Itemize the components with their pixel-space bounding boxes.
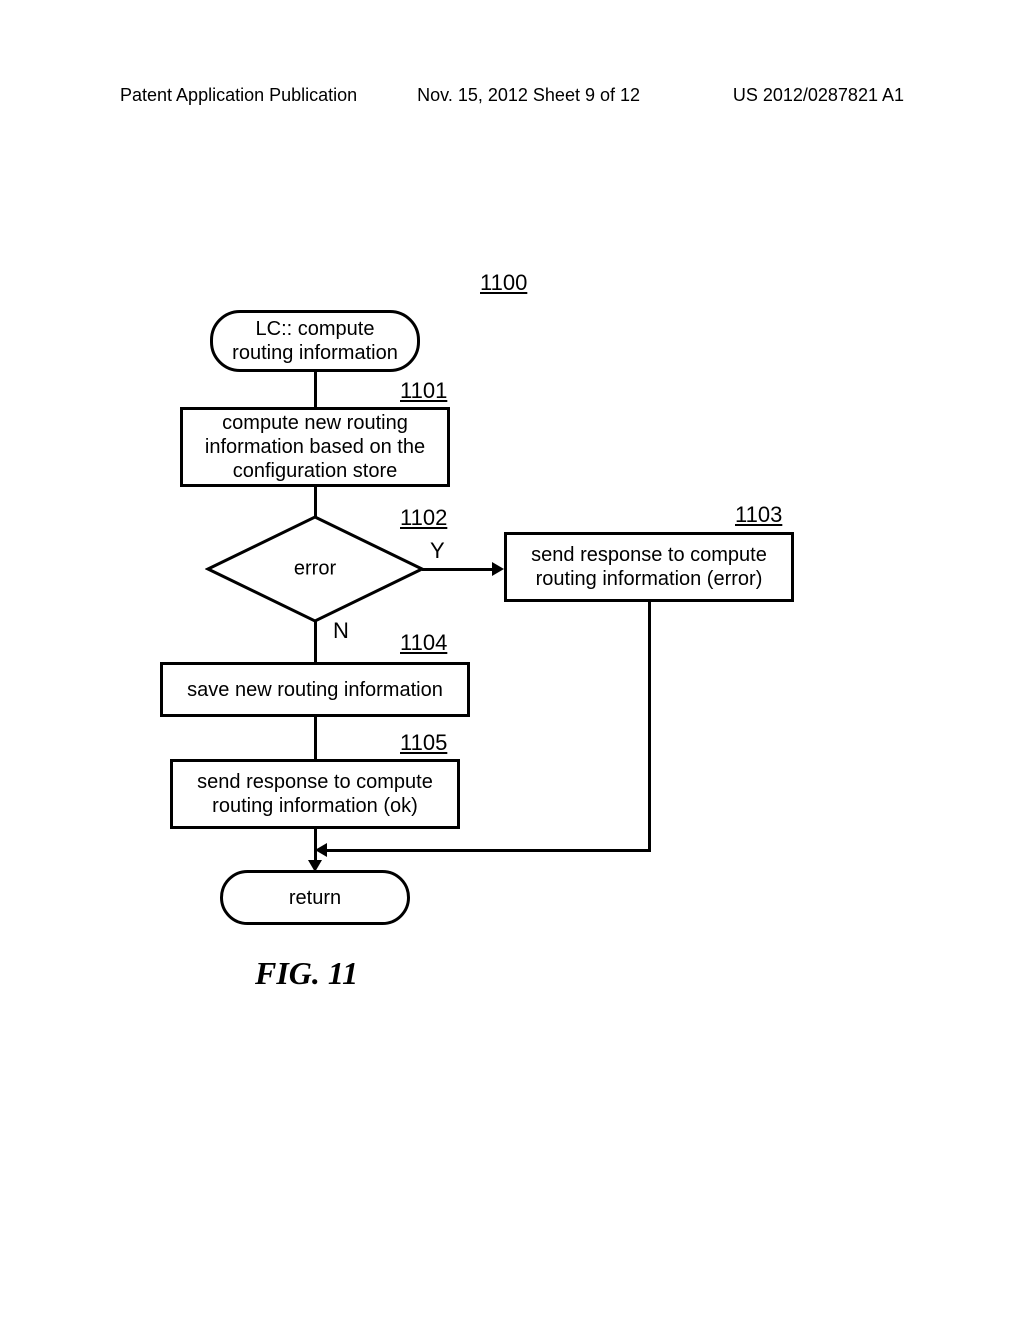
return-text: return: [289, 886, 341, 910]
process-1104-text: save new routing information: [187, 678, 443, 702]
arrow-icon: [492, 562, 504, 576]
ref-1105: 1105: [400, 730, 447, 756]
connector: [314, 620, 317, 662]
process-1103: send response to compute routing informa…: [504, 532, 794, 602]
header-publication: Patent Application Publication: [120, 85, 357, 106]
connector: [314, 372, 317, 407]
header-patent-number: US 2012/0287821 A1: [733, 85, 904, 106]
ref-1104: 1104: [400, 630, 447, 656]
process-1101-text: compute new routing information based on…: [205, 411, 425, 483]
figure-caption: FIG. 11: [255, 955, 358, 992]
page-header: Patent Application Publication Nov. 15, …: [0, 85, 1024, 106]
start-terminator: LC:: compute routing information: [210, 310, 420, 372]
connector: [325, 849, 651, 852]
branch-no: N: [333, 618, 349, 644]
decision-1102: error: [205, 514, 425, 624]
decision-1102-text: error: [294, 558, 336, 581]
process-1103-text: send response to compute routing informa…: [531, 543, 767, 591]
process-1104: save new routing information: [160, 662, 470, 717]
ref-1101: 1101: [400, 378, 447, 404]
flowchart-diagram: LC:: compute routing information 1101 co…: [120, 260, 900, 1060]
start-text: LC:: compute routing information: [232, 317, 398, 365]
header-date-sheet: Nov. 15, 2012 Sheet 9 of 12: [417, 85, 640, 106]
process-1101: compute new routing information based on…: [180, 407, 450, 487]
connector: [314, 717, 317, 759]
branch-yes: Y: [430, 538, 445, 564]
process-1105: send response to compute routing informa…: [170, 759, 460, 829]
arrow-icon: [315, 843, 327, 857]
connector: [422, 568, 494, 571]
return-terminator: return: [220, 870, 410, 925]
ref-1103: 1103: [735, 502, 782, 528]
connector: [648, 602, 651, 852]
process-1105-text: send response to compute routing informa…: [197, 770, 433, 818]
